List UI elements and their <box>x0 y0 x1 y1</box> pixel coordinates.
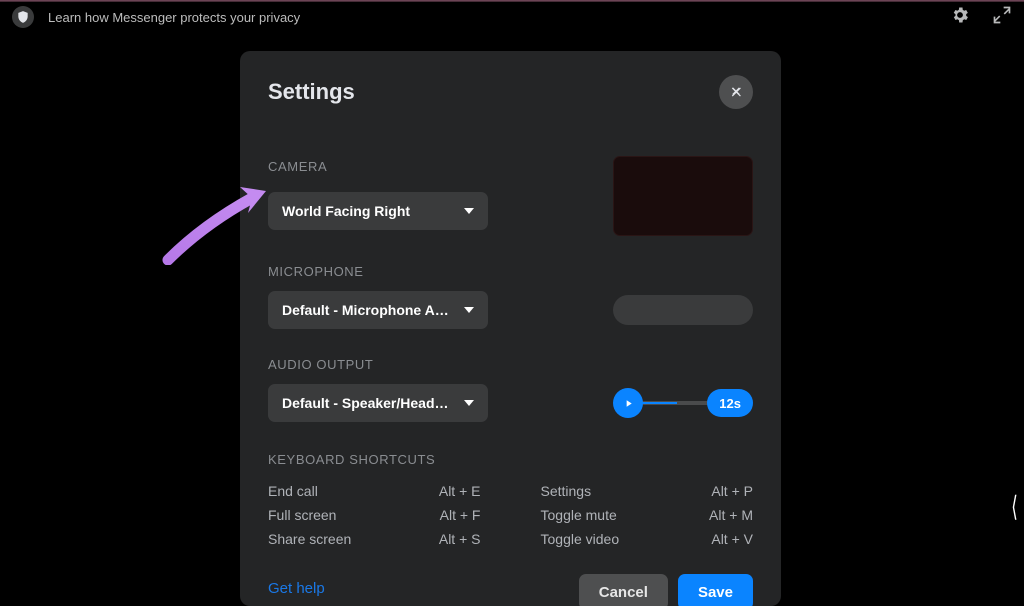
chevron-down-icon <box>464 400 474 406</box>
play-icon <box>623 398 634 409</box>
kb-row: SettingsAlt + P <box>541 479 754 503</box>
audio-output-selected: Default - Speaker/Headp… <box>282 395 454 411</box>
gear-icon[interactable] <box>950 5 970 30</box>
chevron-down-icon <box>464 208 474 214</box>
get-help-link[interactable]: Get help <box>268 574 325 597</box>
expand-icon[interactable] <box>992 5 1012 30</box>
audio-output-dropdown[interactable]: Default - Speaker/Headp… <box>268 384 488 422</box>
modal-title: Settings <box>268 79 355 105</box>
close-button[interactable] <box>719 75 753 109</box>
kb-col-left: End callAlt + E Full screenAlt + F Share… <box>268 479 481 551</box>
audio-output-section: AUDIO OUTPUT Default - Speaker/Headp… 12… <box>268 357 753 422</box>
camera-preview <box>613 156 753 236</box>
shield-icon[interactable] <box>12 6 34 28</box>
camera-dropdown[interactable]: World Facing Right <box>268 192 488 230</box>
carousel-prev-icon[interactable]: ⟨ <box>1011 490 1018 523</box>
microphone-label: MICROPHONE <box>268 264 753 279</box>
keyboard-shortcuts-section: KEYBOARD SHORTCUTS End callAlt + E Full … <box>268 452 753 551</box>
close-icon <box>729 85 743 99</box>
keyboard-shortcuts-label: KEYBOARD SHORTCUTS <box>268 452 753 467</box>
chevron-down-icon <box>464 307 474 313</box>
audio-time-pill: 12s <box>707 389 753 417</box>
top-bar: Learn how Messenger protects your privac… <box>0 2 1024 32</box>
settings-modal: Settings CAMERA World Facing Right MICRO… <box>240 51 781 606</box>
microphone-section: MICROPHONE Default - Microphone Ar… <box>268 264 753 329</box>
camera-section: CAMERA World Facing Right <box>268 159 753 236</box>
modal-footer: Get help Cancel Save <box>268 574 753 606</box>
audio-output-preview[interactable]: 12s <box>613 388 753 418</box>
microphone-level <box>613 295 753 325</box>
microphone-selected: Default - Microphone Ar… <box>282 302 454 318</box>
camera-selected: World Facing Right <box>282 203 454 219</box>
microphone-dropdown[interactable]: Default - Microphone Ar… <box>268 291 488 329</box>
kb-row: Share screenAlt + S <box>268 527 481 551</box>
kb-row: Full screenAlt + F <box>268 503 481 527</box>
cancel-button[interactable]: Cancel <box>579 574 668 606</box>
audio-output-label: AUDIO OUTPUT <box>268 357 753 372</box>
privacy-hint[interactable]: Learn how Messenger protects your privac… <box>48 10 300 25</box>
kb-row: End callAlt + E <box>268 479 481 503</box>
play-button[interactable] <box>613 388 643 418</box>
kb-col-right: SettingsAlt + P Toggle muteAlt + M Toggl… <box>541 479 754 551</box>
kb-row: Toggle videoAlt + V <box>541 527 754 551</box>
kb-row: Toggle muteAlt + M <box>541 503 754 527</box>
save-button[interactable]: Save <box>678 574 753 606</box>
